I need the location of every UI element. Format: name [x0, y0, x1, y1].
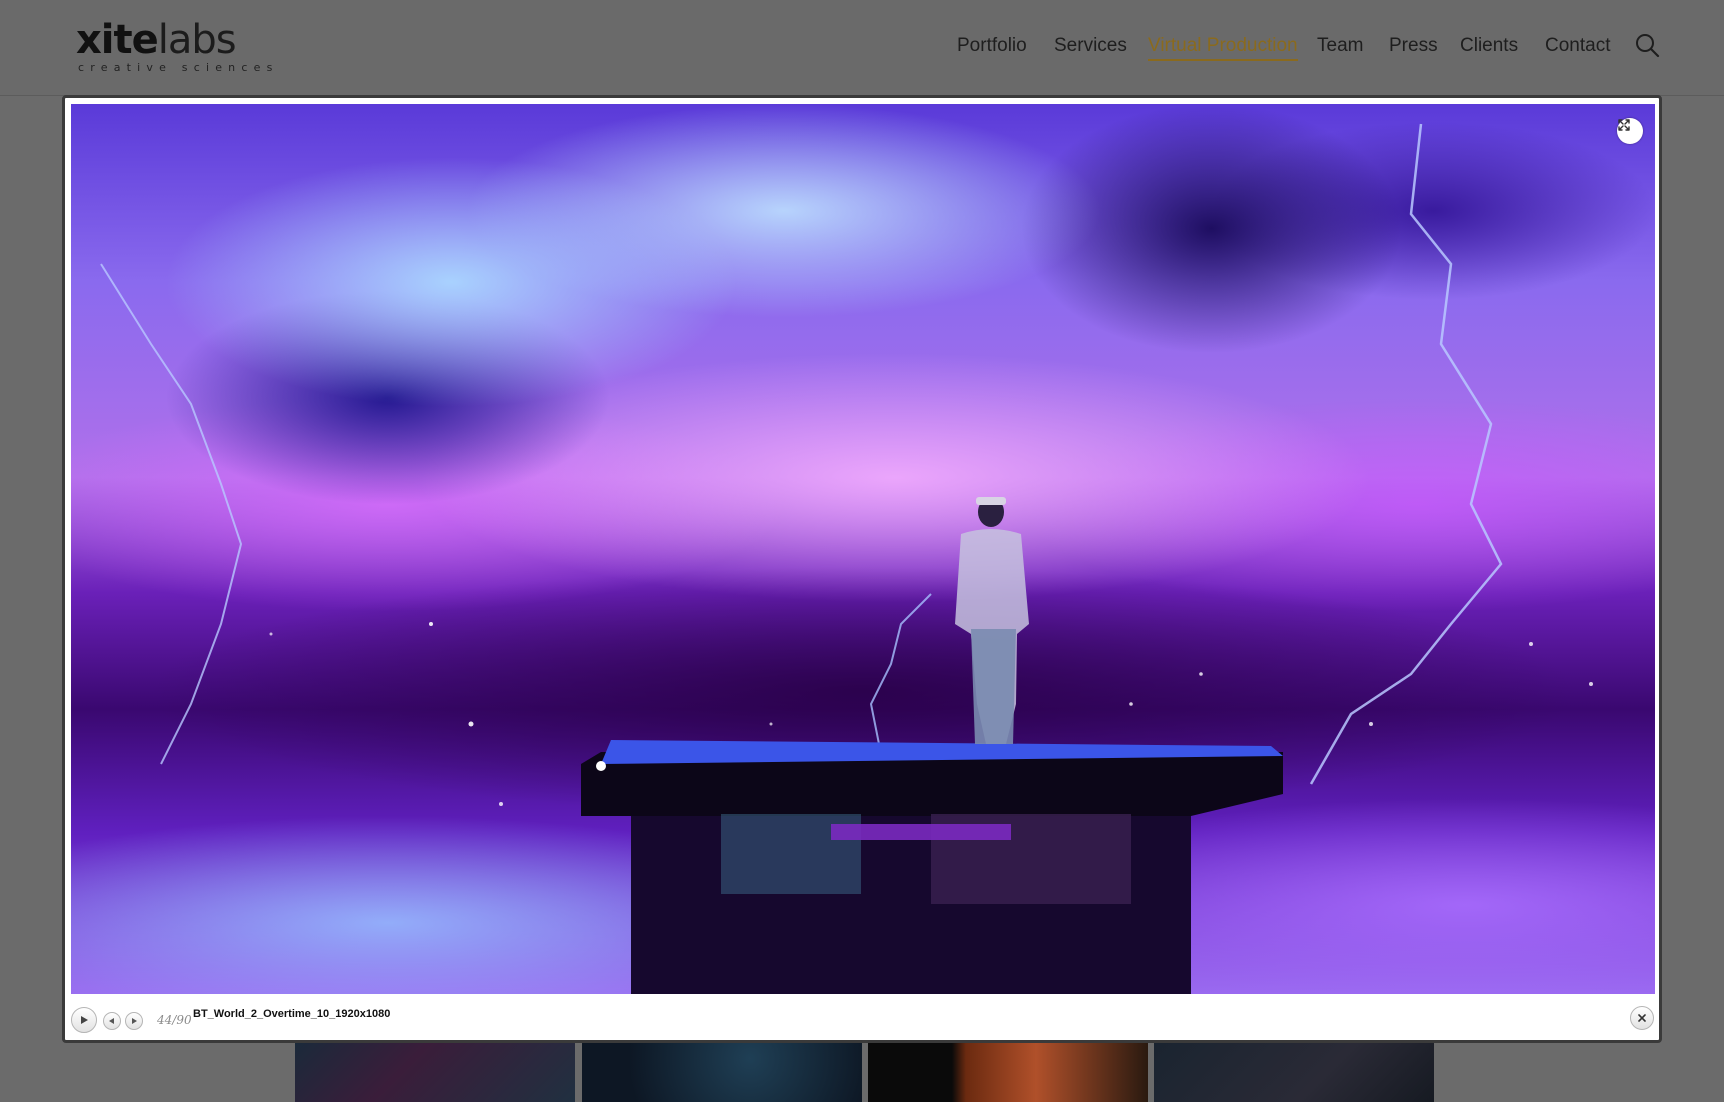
- xitelabs-logo[interactable]: xitelabs creative sciences: [76, 17, 272, 74]
- nav-item-clients[interactable]: Clients: [1460, 35, 1518, 57]
- close-icon[interactable]: [1630, 1006, 1654, 1030]
- lightbox-controls: 44/90 BT_World_2_Overtime_10_1920x1080: [71, 1002, 1655, 1038]
- prev-icon[interactable]: [103, 1012, 121, 1030]
- nav-item-virtual-production[interactable]: Virtual Production: [1148, 35, 1298, 61]
- gallery-thumbnail[interactable]: [1154, 1040, 1434, 1102]
- expand-icon[interactable]: [1617, 118, 1643, 144]
- nav-item-team[interactable]: Team: [1317, 35, 1363, 57]
- logo-tagline: creative sciences: [78, 61, 279, 74]
- stage-scene: [100, 123, 1593, 994]
- gallery-thumbnail[interactable]: [295, 1040, 575, 1102]
- gallery-thumbnail[interactable]: [868, 1040, 1148, 1102]
- nav-item-services[interactable]: Services: [1054, 35, 1127, 57]
- logo-wordmark: xitelabs: [76, 17, 237, 63]
- nav-item-portfolio[interactable]: Portfolio: [957, 35, 1027, 57]
- image-counter: 44/90: [157, 1013, 192, 1027]
- gallery-thumbnail[interactable]: [582, 1040, 862, 1102]
- lightbox: 44/90 BT_World_2_Overtime_10_1920x1080: [62, 95, 1662, 1043]
- search-icon[interactable]: [1634, 32, 1660, 58]
- lightbox-image[interactable]: [71, 104, 1655, 994]
- nav-item-contact[interactable]: Contact: [1545, 35, 1610, 57]
- site-header: xitelabs creative sciences Portfolio Ser…: [0, 0, 1724, 96]
- nav-item-press[interactable]: Press: [1389, 35, 1438, 57]
- image-caption: BT_World_2_Overtime_10_1920x1080: [193, 1008, 391, 1020]
- next-icon[interactable]: [125, 1012, 143, 1030]
- play-icon[interactable]: [71, 1007, 97, 1033]
